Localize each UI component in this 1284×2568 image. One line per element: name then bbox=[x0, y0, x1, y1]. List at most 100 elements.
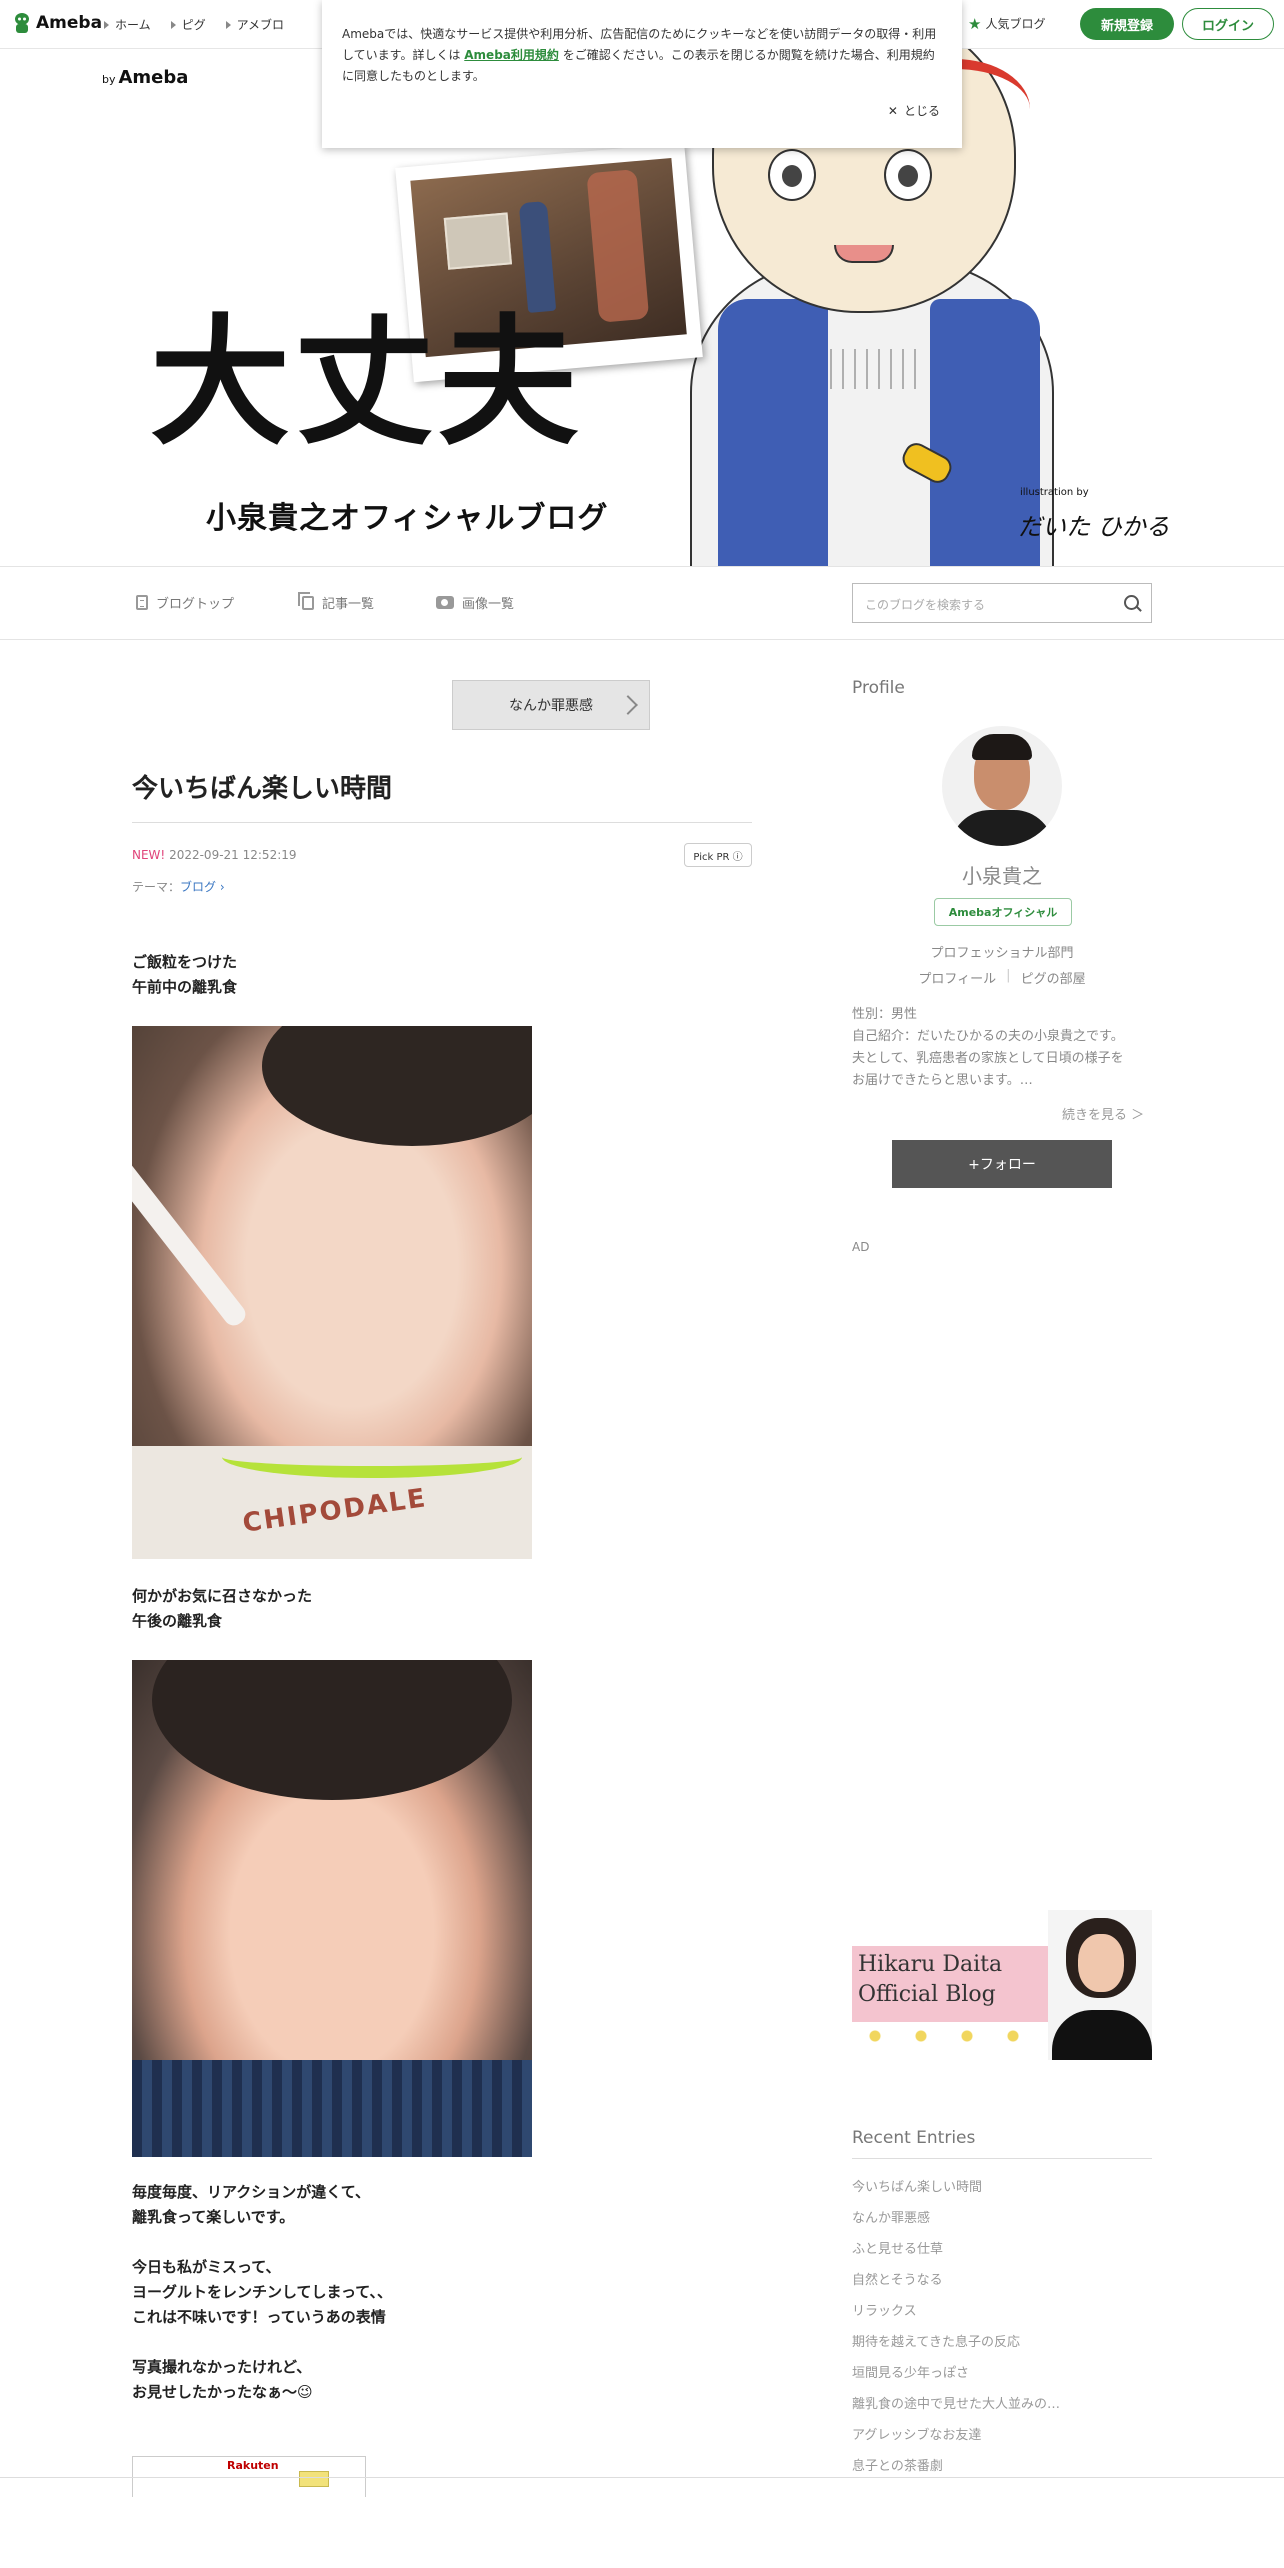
recent-entry[interactable]: 今いちばん楽しい時間 bbox=[852, 2172, 1152, 2203]
old-photo-adult bbox=[586, 169, 650, 323]
illustration-eye-right bbox=[884, 149, 932, 201]
bottom-divider bbox=[0, 2477, 1284, 2478]
avatar[interactable] bbox=[942, 726, 1062, 846]
photo1-collar bbox=[222, 1436, 522, 1478]
previous-entry-button[interactable]: なんか罪悪感 bbox=[452, 680, 650, 730]
star-icon: ★ bbox=[968, 14, 982, 33]
ad-label: AD bbox=[852, 1240, 870, 1254]
entry-photo-2[interactable] bbox=[132, 1660, 532, 2157]
paragraph-line: 今日も私がミスって、 bbox=[132, 2258, 281, 2276]
cookie-notice: Amebaでは、快適なサービス提供や利用分析、広告配信のためにクッキーなどを使い… bbox=[322, 0, 962, 148]
profile-name[interactable]: 小泉貴之 bbox=[852, 860, 1152, 889]
nav-home[interactable]: ホーム bbox=[104, 16, 151, 33]
recent-entry[interactable]: 離乳食の途中で見せた大人並みの… bbox=[852, 2389, 1152, 2420]
profile-intro-line: 自己紹介：だいたひかるの夫の小泉貴之です。 bbox=[852, 1029, 1124, 1044]
old-photo-child bbox=[518, 200, 557, 313]
recent-divider bbox=[852, 2158, 1152, 2159]
recent-entry[interactable]: 自然とそうなる bbox=[852, 2265, 1152, 2296]
banner-line-2: Official Blog bbox=[858, 1982, 996, 2007]
pigg-room-link[interactable]: ピグの部屋 bbox=[1021, 968, 1086, 987]
recent-entry[interactable]: なんか罪悪感 bbox=[852, 2203, 1152, 2234]
recent-entries-list: 今いちばん楽しい時間 なんか罪悪感 ふと見せる仕草 自然とそうなる リラックス … bbox=[852, 2172, 1152, 2482]
hikaru-daita-blog-banner[interactable]: Hikaru Daita Official Blog bbox=[852, 1910, 1152, 2060]
profile-category[interactable]: プロフェッショナル部門 bbox=[852, 942, 1152, 961]
popular-blogs-link[interactable]: ★ 人気ブログ bbox=[968, 15, 1045, 32]
camera-icon bbox=[436, 596, 454, 609]
banner-title: 大丈夫 bbox=[150, 302, 583, 465]
nav-home-label: ホーム bbox=[115, 18, 151, 32]
cookie-close-label: とじる bbox=[903, 104, 940, 118]
blog-top-label: ブログトップ bbox=[156, 597, 235, 612]
photo1-hair bbox=[262, 1026, 532, 1146]
profile-intro-line: お届けできたらと思います。… bbox=[852, 1073, 1033, 1088]
paragraph-line: ご飯粒をつけた bbox=[132, 953, 238, 971]
recent-entry[interactable]: 垣間見る少年っぽさ bbox=[852, 2358, 1152, 2389]
chevron-right-icon bbox=[618, 695, 638, 715]
triangle-right-icon bbox=[170, 20, 176, 29]
read-more-link[interactable]: 続きを見る ＞ bbox=[1062, 1104, 1144, 1123]
theme-link[interactable]: ブログ › bbox=[180, 880, 225, 894]
blog-top-link[interactable]: ブログトップ bbox=[136, 593, 234, 612]
logo-text: Ameba bbox=[36, 13, 103, 33]
search-icon[interactable] bbox=[1124, 595, 1139, 610]
pick-pr-button[interactable]: Pick PR ⓘ bbox=[684, 843, 752, 867]
cookie-close-button[interactable]: ✕ とじる bbox=[888, 102, 940, 119]
close-icon: ✕ bbox=[887, 103, 898, 118]
profile-gender: 性別：男性 bbox=[852, 1007, 918, 1022]
theme-label: テーマ： bbox=[132, 880, 181, 894]
ameba-logo[interactable]: Ameba bbox=[12, 12, 102, 34]
entry-meta: NEW! 2022-09-21 12:52:19 bbox=[132, 848, 297, 862]
illustration-mouth bbox=[834, 245, 894, 263]
recent-entry[interactable]: リラックス bbox=[852, 2296, 1152, 2327]
article-list-link[interactable]: 記事一覧 bbox=[298, 591, 375, 612]
terms-link[interactable]: Ameba利用規約 bbox=[464, 48, 559, 62]
illustration-by-label: illustration by bbox=[1020, 487, 1089, 498]
nav-pigg[interactable]: ピグ bbox=[170, 16, 206, 33]
profile-info: 性別：男性 自己紹介：だいたひかるの夫の小泉貴之です。 夫として、乳癌患者の家族… bbox=[852, 1004, 1152, 1092]
entry-photo-1[interactable]: CHIPODALE bbox=[132, 1026, 532, 1559]
banner-subtitle: 小泉貴之オフィシャルブログ bbox=[206, 501, 609, 536]
by-ameba-brand: Ameba bbox=[118, 67, 189, 88]
profile-links: プロフィール | ピグの部屋 bbox=[852, 968, 1152, 987]
ameba-character-icon bbox=[15, 13, 29, 33]
profile-link[interactable]: プロフィール bbox=[918, 968, 996, 987]
entry-datetime: 2022-09-21 12:52:19 bbox=[169, 848, 297, 862]
paragraph-line: 午後の離乳食 bbox=[132, 1612, 223, 1630]
copy-icon bbox=[298, 591, 314, 610]
entry-title[interactable]: 今いちばん楽しい時間 bbox=[132, 768, 392, 805]
photo1-spoon bbox=[132, 1142, 250, 1330]
avatar-hair bbox=[972, 734, 1032, 760]
recent-entry[interactable]: アグレッシブなお友達 bbox=[852, 2420, 1152, 2451]
old-photo-window bbox=[443, 212, 513, 270]
global-nav: ホーム ピグ アメブロ bbox=[104, 16, 284, 33]
paragraph-line: 写真撮れなかったけれど、 bbox=[132, 2358, 312, 2376]
image-list-link[interactable]: 画像一覧 bbox=[436, 593, 514, 612]
signup-button[interactable]: 新規登録 bbox=[1080, 8, 1174, 40]
document-icon bbox=[136, 595, 148, 610]
paragraph-line: 何かがお気に召さなかった bbox=[132, 1587, 313, 1605]
follow-button[interactable]: +フォロー bbox=[892, 1140, 1112, 1188]
paragraph-line: ヨーグルトをレンチンしてしまって、、 bbox=[132, 2283, 392, 2301]
paragraph-line: これは不味いです！っていうあの表情 bbox=[132, 2308, 386, 2326]
official-badge: Amebaオフィシャル bbox=[934, 898, 1072, 926]
photo2-hair bbox=[152, 1660, 512, 1800]
entry-theme: テーマ：ブログ › bbox=[132, 878, 225, 895]
title-divider bbox=[132, 822, 752, 823]
nav-ameblo[interactable]: アメブロ bbox=[225, 16, 284, 33]
illustration-sweater-pattern bbox=[830, 349, 926, 389]
recent-entry[interactable]: ふと見せる仕草 bbox=[852, 2234, 1152, 2265]
illustration-eye-left bbox=[768, 149, 816, 201]
previous-entry-label: なんか罪悪感 bbox=[509, 698, 593, 714]
login-button[interactable]: ログイン bbox=[1182, 8, 1274, 40]
blog-search-input[interactable]: このブログを検索する bbox=[852, 583, 1152, 623]
paragraph-line: 毎度毎度、リアクションが違くて、 bbox=[132, 2183, 371, 2201]
blog-nav-bar: ブログトップ 記事一覧 画像一覧 このブログを検索する bbox=[0, 566, 1284, 640]
paragraph-3: 毎度毎度、リアクションが違くて、 離乳食って楽しいです。 今日も私がミスって、 … bbox=[132, 2180, 392, 2405]
by-ameba-logo: by Ameba bbox=[102, 67, 188, 88]
popular-blogs-label: 人気ブログ bbox=[985, 17, 1046, 31]
photo2-bib bbox=[132, 2060, 532, 2157]
paragraph-line: 離乳食って楽しいです。 bbox=[132, 2208, 295, 2226]
recent-entry[interactable]: 期待を越えてきた息子の反応 bbox=[852, 2327, 1152, 2358]
article-list-label: 記事一覧 bbox=[322, 597, 375, 612]
